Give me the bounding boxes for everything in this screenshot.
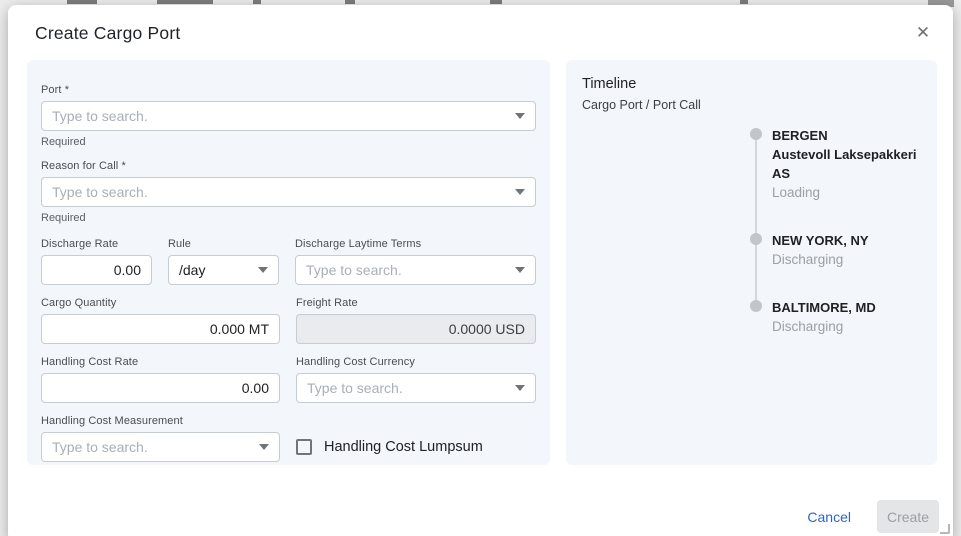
- resize-handle[interactable]: [940, 524, 950, 534]
- timeline-panel: Timeline Cargo Port / Port Call BERGEN A…: [566, 60, 937, 465]
- dialog-header: Create Cargo Port: [35, 23, 180, 44]
- create-cargo-port-dialog: Create Cargo Port ✕ Port * Type to searc…: [8, 5, 953, 536]
- cargo-port-form-panel: Port * Type to search. Required Reason f…: [27, 60, 550, 465]
- dialog-title: Create Cargo Port: [35, 23, 180, 43]
- rule-label: Rule: [168, 238, 279, 250]
- background-page-fragment: [67, 0, 97, 4]
- handling-cost-currency-select[interactable]: Type to search.: [296, 373, 536, 403]
- chevron-down-icon: [515, 385, 525, 391]
- freight-rate-label: Freight Rate: [296, 297, 536, 309]
- port-required-hint: Required: [41, 136, 536, 148]
- background-page-fragment: [157, 0, 213, 4]
- rule-selected-value: /day: [179, 262, 205, 278]
- background-page-fragment: [490, 0, 502, 4]
- close-icon[interactable]: ✕: [912, 22, 934, 44]
- timeline-entry: NEW YORK, NY Discharging: [750, 231, 922, 269]
- reason-for-call-select[interactable]: Type to search.: [41, 177, 536, 207]
- timeline-subtitle: Cargo Port / Port Call: [582, 98, 921, 112]
- port-placeholder: Type to search.: [52, 108, 148, 124]
- reason-for-call-required-hint: Required: [41, 212, 536, 224]
- discharge-rate-input[interactable]: [41, 255, 152, 285]
- timeline-port-name: BERGEN: [772, 126, 922, 145]
- background-page-fragment: [740, 0, 748, 4]
- timeline-entries: BERGEN Austevoll Laksepakkeri AS Loading…: [750, 126, 922, 365]
- handling-cost-measurement-placeholder: Type to search.: [52, 439, 148, 455]
- handling-cost-rate-input[interactable]: [41, 373, 280, 403]
- reason-for-call-placeholder: Type to search.: [52, 184, 148, 200]
- port-field-group: Port * Type to search. Required: [41, 84, 536, 148]
- handling-cost-rate-field-group: Handling Cost Rate: [41, 356, 280, 403]
- timeline-port-name: BALTIMORE, MD: [772, 298, 876, 317]
- timeline-port-detail: Austevoll Laksepakkeri AS: [772, 145, 922, 183]
- cancel-button[interactable]: Cancel: [795, 501, 863, 533]
- cargo-quantity-input[interactable]: [41, 314, 280, 344]
- timeline-activity: Discharging: [772, 317, 876, 336]
- timeline-dot-icon: [750, 128, 762, 140]
- chevron-down-icon: [259, 444, 269, 450]
- port-select[interactable]: Type to search.: [41, 101, 536, 131]
- handling-cost-measurement-field-group: Handling Cost Measurement Type to search…: [41, 415, 280, 462]
- create-button[interactable]: Create: [877, 500, 939, 533]
- chevron-down-icon: [515, 189, 525, 195]
- timeline-entry: BALTIMORE, MD Discharging: [750, 298, 922, 336]
- handling-cost-measurement-label: Handling Cost Measurement: [41, 415, 280, 427]
- timeline-dot-icon: [750, 300, 762, 312]
- chevron-down-icon: [515, 113, 525, 119]
- timeline-activity: Loading: [772, 183, 922, 202]
- cargo-quantity-field-group: Cargo Quantity: [41, 297, 280, 344]
- handling-cost-currency-placeholder: Type to search.: [307, 380, 403, 396]
- handling-cost-rate-label: Handling Cost Rate: [41, 356, 280, 368]
- handling-cost-lumpsum-label: Handling Cost Lumpsum: [324, 439, 483, 455]
- handling-cost-lumpsum-group: Handling Cost Lumpsum: [296, 415, 536, 462]
- reason-for-call-field-group: Reason for Call * Type to search. Requir…: [41, 160, 536, 224]
- reason-for-call-label: Reason for Call *: [41, 160, 536, 172]
- handling-cost-lumpsum-checkbox[interactable]: [296, 439, 312, 455]
- timeline-activity: Discharging: [772, 250, 869, 269]
- timeline-title: Timeline: [582, 76, 921, 92]
- discharge-laytime-terms-placeholder: Type to search.: [306, 262, 402, 278]
- background-page-fragment: [345, 0, 355, 4]
- discharge-rate-field-group: Discharge Rate: [41, 238, 152, 285]
- freight-rate-field-group: Freight Rate: [296, 297, 536, 344]
- timeline-dot-icon: [750, 233, 762, 245]
- dialog-footer: Cancel Create: [795, 500, 939, 533]
- handling-cost-currency-label: Handling Cost Currency: [296, 356, 536, 368]
- freight-rate-input: [296, 314, 536, 344]
- cargo-quantity-label: Cargo Quantity: [41, 297, 280, 309]
- discharge-laytime-terms-field-group: Discharge Laytime Terms Type to search.: [295, 238, 536, 285]
- handling-cost-measurement-select[interactable]: Type to search.: [41, 432, 280, 462]
- discharge-laytime-terms-select[interactable]: Type to search.: [295, 255, 536, 285]
- chevron-down-icon: [258, 267, 268, 273]
- discharge-laytime-terms-label: Discharge Laytime Terms: [295, 238, 536, 250]
- rule-field-group: Rule /day: [168, 238, 279, 285]
- handling-cost-currency-field-group: Handling Cost Currency Type to search.: [296, 356, 536, 403]
- timeline-port-name: NEW YORK, NY: [772, 231, 869, 250]
- timeline-entry: BERGEN Austevoll Laksepakkeri AS Loading: [750, 126, 922, 202]
- discharge-rate-label: Discharge Rate: [41, 238, 152, 250]
- background-page-fragment: [253, 0, 261, 4]
- rule-select[interactable]: /day: [168, 255, 279, 285]
- chevron-down-icon: [515, 267, 525, 273]
- port-label: Port *: [41, 84, 536, 96]
